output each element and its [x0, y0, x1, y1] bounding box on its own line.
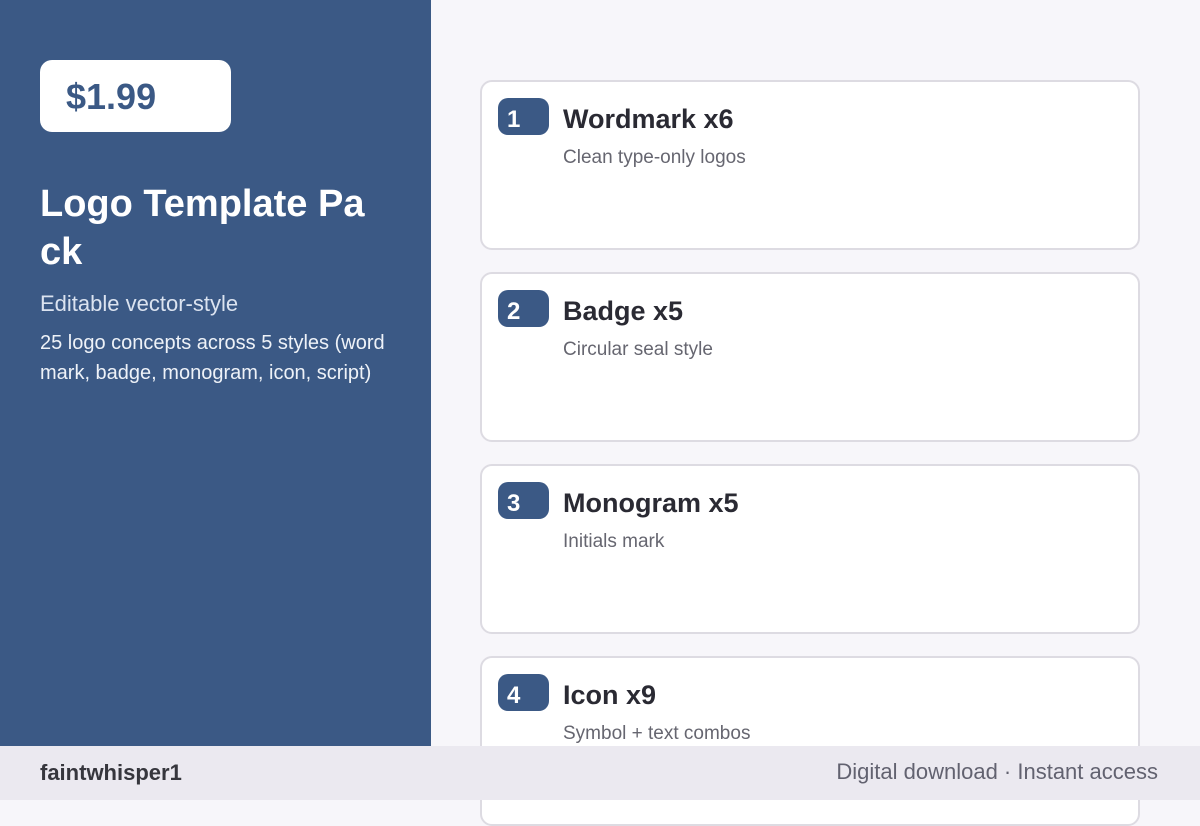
- delivery-info: Digital download · Instant access: [836, 759, 1158, 784]
- product-info-panel: $1.99 Logo Template Pack Editable vector…: [0, 0, 431, 746]
- item-title: Wordmark x6: [563, 104, 734, 134]
- item-card-icon: 4 Icon x9 Symbol + text combos: [480, 656, 1140, 826]
- item-description: Initials mark: [563, 531, 665, 552]
- item-card-monogram: 3 Monogram x5 Initials mark: [480, 464, 1140, 634]
- product-title: Logo Template Pack: [40, 183, 365, 273]
- item-card-badge: 2 Badge x5 Circular seal style: [480, 272, 1140, 442]
- item-number-badge: 3: [498, 482, 549, 519]
- item-description: Symbol + text combos: [563, 723, 751, 744]
- item-title: Badge x5: [563, 296, 684, 326]
- author-name[interactable]: faintwhisper1: [40, 760, 182, 786]
- price-label: $1.99: [66, 76, 157, 117]
- footer-bar: faintwhisper1 Digital download · Instant…: [0, 746, 1200, 800]
- product-subtitle: Editable vector-style: [40, 291, 239, 316]
- item-number-badge: 1: [498, 98, 549, 135]
- item-description: Clean type-only logos: [563, 147, 746, 168]
- item-number-badge: 4: [498, 674, 549, 711]
- item-card-wordmark: 1 Wordmark x6 Clean type-only logos: [480, 80, 1140, 250]
- item-title: Icon x9: [563, 680, 657, 710]
- price-badge: $1.99: [40, 60, 231, 132]
- item-description: Circular seal style: [563, 339, 713, 360]
- item-number-badge: 2: [498, 290, 549, 327]
- item-title: Monogram x5: [563, 488, 739, 518]
- product-description: 25 logo concepts across 5 styles (wordma…: [40, 332, 385, 384]
